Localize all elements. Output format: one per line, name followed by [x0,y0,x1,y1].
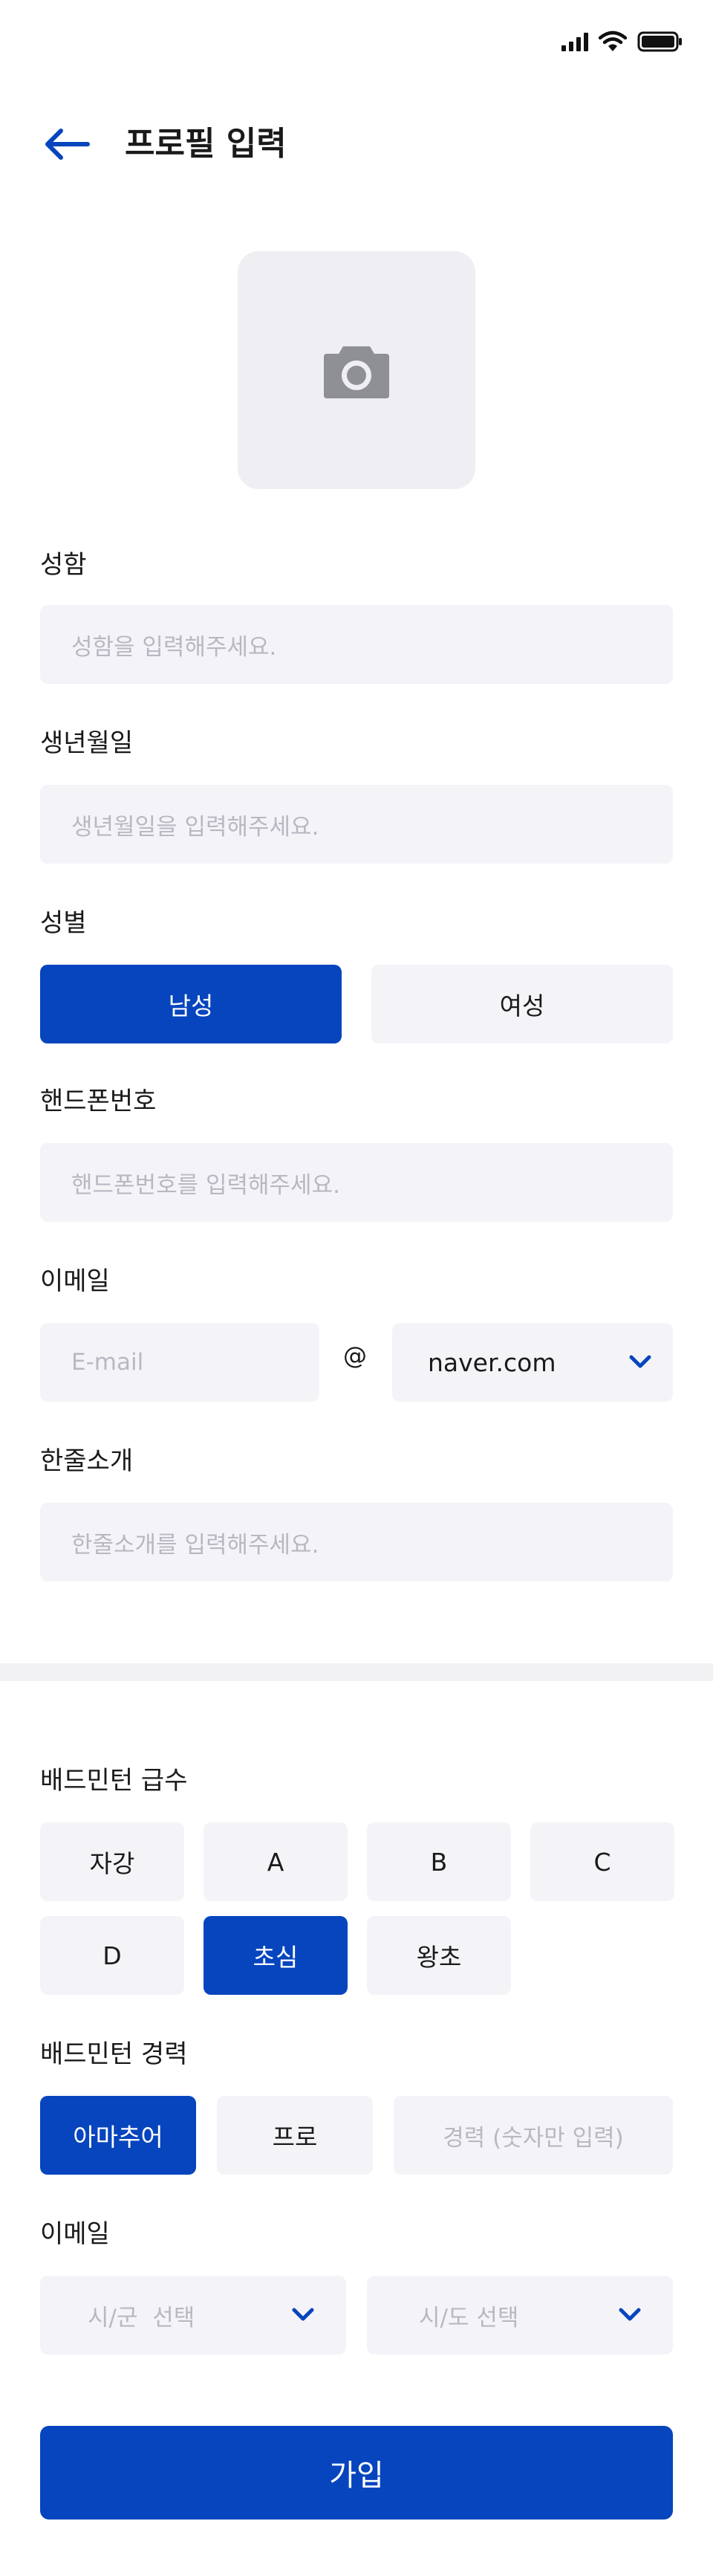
birthdate-placeholder: 생년월일을 입력해주세요. [71,813,319,841]
status-bar [561,27,683,56]
region-label: 이메일 [40,2219,110,2249]
page-title: 프로필 입력 [125,125,287,163]
email-domain-value: naver.com [428,1347,556,1377]
email-domain-select[interactable]: naver.com [392,1323,673,1402]
email-at-sign: @ [343,1342,367,1370]
grade-option[interactable]: C [530,1822,674,1901]
grade-option[interactable]: B [367,1822,511,1901]
chevron-down-icon [619,2308,641,2321]
chevron-down-icon [629,1355,651,1368]
name-input[interactable]: 성함을 입력해주세요. [40,605,673,684]
gender-female-button[interactable]: 여성 [371,965,673,1043]
camera-icon [324,346,389,398]
intro-placeholder: 한줄소개를 입력해주세요. [71,1531,319,1559]
gender-label: 성별 [40,908,87,938]
phone-placeholder: 핸드폰번호를 입력해주세요. [71,1171,340,1199]
career-years-placeholder: 경력 (숫자만 입력) [443,2124,624,2152]
back-arrow-icon[interactable] [43,126,91,162]
career-label: 배드민턴 경력 [40,2039,188,2069]
grade-option-selected[interactable]: 초심 [204,1916,348,1995]
grade-option[interactable]: 자강 [40,1822,184,1901]
chevron-down-icon [292,2308,314,2321]
wifi-icon [599,30,627,51]
battery-icon [637,31,682,52]
email-placeholder: E-mail [71,1349,144,1376]
career-pro-button[interactable]: 프로 [217,2096,373,2175]
intro-label: 한줄소개 [40,1446,134,1476]
birthdate-label: 생년월일 [40,728,134,758]
grade-label: 배드민턴 급수 [40,1766,188,1796]
signup-button[interactable]: 가입 [40,2426,673,2520]
name-placeholder: 성함을 입력해주세요. [71,633,277,661]
email-input[interactable]: E-mail [40,1323,319,1402]
grade-option[interactable]: D [40,1916,184,1995]
section-divider [0,1663,713,1681]
signal-icon [561,32,588,51]
birthdate-input[interactable]: 생년월일을 입력해주세요. [40,785,673,864]
city-select[interactable]: 시/군 선택 [40,2276,346,2355]
province-placeholder: 시/도 선택 [419,2304,519,2331]
profile-photo-picker[interactable] [238,251,475,489]
grade-option[interactable]: 왕초 [367,1916,511,1995]
career-years-input[interactable]: 경력 (숫자만 입력) [394,2096,673,2175]
gender-male-button[interactable]: 남성 [40,965,342,1043]
career-amateur-button[interactable]: 아마추어 [40,2096,196,2175]
province-select[interactable]: 시/도 선택 [367,2276,673,2355]
city-placeholder: 시/군 선택 [88,2304,195,2331]
email-label: 이메일 [40,1266,110,1296]
grade-option[interactable]: A [204,1822,348,1901]
name-label: 성함 [40,550,87,580]
phone-input[interactable]: 핸드폰번호를 입력해주세요. [40,1143,673,1222]
phone-label: 핸드폰번호 [40,1087,157,1116]
intro-input[interactable]: 한줄소개를 입력해주세요. [40,1503,673,1582]
